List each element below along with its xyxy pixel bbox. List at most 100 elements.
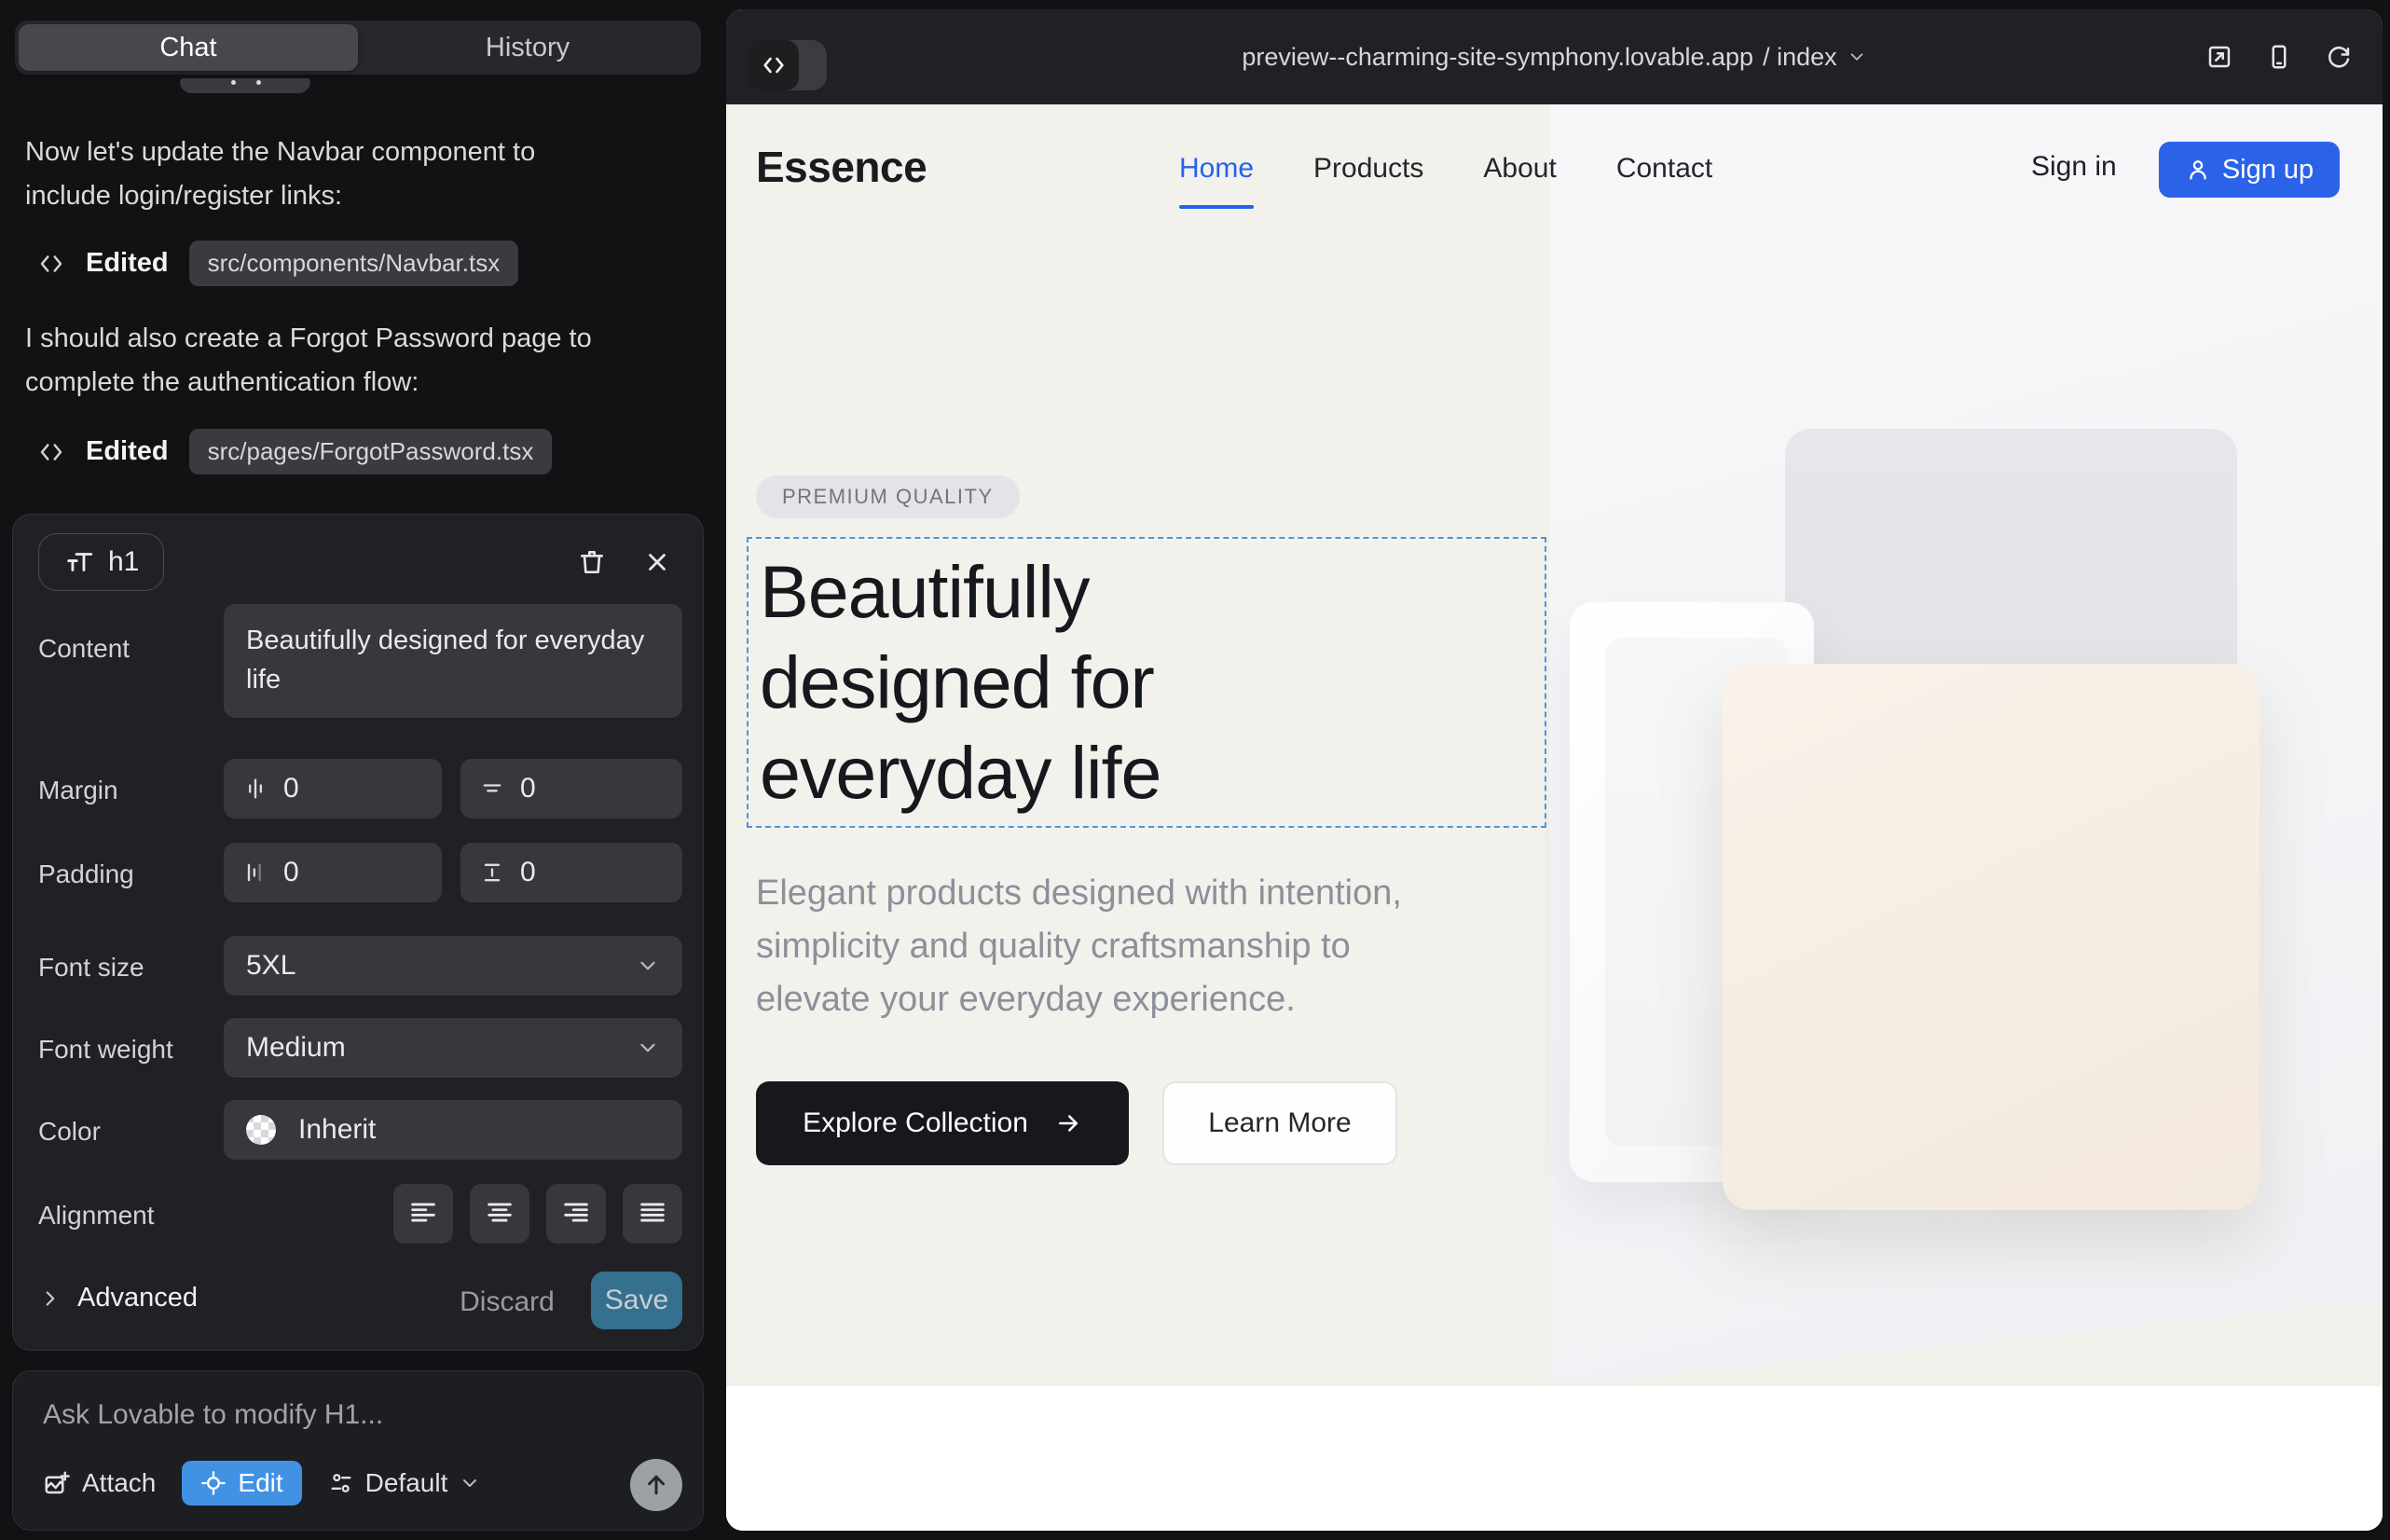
target-icon xyxy=(200,1470,227,1496)
align-justify-button[interactable] xyxy=(623,1184,682,1244)
discard-button[interactable]: Discard xyxy=(451,1286,563,1318)
font-weight-select[interactable]: Medium xyxy=(224,1018,682,1078)
color-select[interactable]: Inherit xyxy=(224,1100,682,1160)
url-bar[interactable]: preview--charming-site-symphony.lovable.… xyxy=(726,9,2383,104)
chevron-down-icon xyxy=(1847,47,1867,67)
preview-panel: preview--charming-site-symphony.lovable.… xyxy=(726,9,2383,1531)
preview-actions xyxy=(2198,9,2360,104)
clipped-chip xyxy=(180,78,310,93)
attach-label: Attach xyxy=(82,1468,156,1498)
margin-x-input[interactable]: 0 xyxy=(224,759,442,818)
mobile-view-button[interactable] xyxy=(2258,35,2301,78)
app-screen: Chat History Now let's update the Navbar… xyxy=(0,0,2390,1540)
explore-collection-label: Explore Collection xyxy=(803,1107,1028,1139)
preview-topbar: preview--charming-site-symphony.lovable.… xyxy=(726,9,2383,104)
chevron-right-icon xyxy=(38,1286,62,1311)
margin-y-value: 0 xyxy=(520,773,536,804)
hero-paragraph: Elegant products designed with intention… xyxy=(756,867,1402,1026)
tab-history[interactable]: History xyxy=(358,24,697,71)
chevron-down-icon xyxy=(459,1472,481,1494)
explore-collection-button[interactable]: Explore Collection xyxy=(756,1081,1129,1165)
edit-mode-button[interactable]: Edit xyxy=(182,1461,301,1506)
edited-label: Edited xyxy=(86,248,169,279)
hero-heading[interactable]: Beautifully designed for everyday life xyxy=(749,539,1545,818)
margin-label: Margin xyxy=(38,776,118,805)
save-button[interactable]: Save xyxy=(591,1272,682,1329)
element-tag-label: h1 xyxy=(108,546,139,578)
sign-up-button[interactable]: Sign up xyxy=(2159,142,2340,198)
file-chip[interactable]: src/components/Navbar.tsx xyxy=(189,241,519,286)
element-tag-pill[interactable]: h1 xyxy=(38,533,164,591)
refresh-icon xyxy=(2325,43,2353,71)
delete-element-button[interactable] xyxy=(570,541,613,584)
edited-file-row[interactable]: Edited src/pages/ForgotPassword.tsx xyxy=(37,429,552,474)
external-link-icon xyxy=(2205,43,2233,71)
padding-horizontal-icon xyxy=(242,859,268,886)
assistant-message: Now let's update the Navbar component to… xyxy=(25,131,691,218)
padding-x-value: 0 xyxy=(283,857,299,888)
url-path: / index xyxy=(1763,43,1837,72)
trash-icon xyxy=(577,547,607,577)
align-justify-icon xyxy=(637,1198,668,1230)
site-logo[interactable]: Essence xyxy=(756,142,927,192)
url-host: preview--charming-site-symphony.lovable.… xyxy=(1242,43,1753,72)
color-label: Color xyxy=(38,1117,101,1147)
padding-label: Padding xyxy=(38,859,134,889)
site-nav: Home Products About Contact xyxy=(1179,104,1712,233)
margin-vertical-icon xyxy=(479,776,505,802)
type-icon xyxy=(63,546,95,578)
advanced-toggle[interactable]: Advanced xyxy=(38,1283,198,1313)
chevron-down-icon xyxy=(636,1036,660,1060)
nav-link-products[interactable]: Products xyxy=(1313,153,1423,185)
align-left-button[interactable] xyxy=(393,1184,453,1244)
padding-y-input[interactable]: 0 xyxy=(460,843,682,902)
code-icon xyxy=(37,438,65,466)
font-size-select[interactable]: 5XL xyxy=(224,936,682,996)
sign-up-label: Sign up xyxy=(2222,155,2314,186)
margin-x-value: 0 xyxy=(283,773,299,804)
color-value: Inherit xyxy=(298,1114,376,1146)
padding-x-input[interactable]: 0 xyxy=(224,843,442,902)
arrow-up-icon xyxy=(642,1471,670,1499)
h1-selection-outline[interactable]: Beautifully designed for everyday life xyxy=(747,537,1546,828)
element-editor-panel: h1 Content Beautifully designed for ever… xyxy=(12,514,704,1351)
font-weight-value: Medium xyxy=(246,1032,346,1064)
font-weight-label: Font weight xyxy=(38,1035,173,1065)
nav-link-about[interactable]: About xyxy=(1483,153,1556,185)
tab-chat[interactable]: Chat xyxy=(19,24,358,71)
color-swatch xyxy=(246,1115,276,1145)
chat-input[interactable]: Ask Lovable to modify H1... xyxy=(43,1399,383,1431)
nav-link-home[interactable]: Home xyxy=(1179,153,1254,185)
send-button[interactable] xyxy=(630,1459,682,1511)
edited-label: Edited xyxy=(86,436,169,467)
attach-image-icon xyxy=(43,1469,71,1497)
align-right-button[interactable] xyxy=(546,1184,606,1244)
attach-button[interactable]: Attach xyxy=(43,1468,156,1498)
default-label: Default xyxy=(365,1468,448,1498)
align-center-button[interactable] xyxy=(470,1184,529,1244)
nav-link-contact[interactable]: Contact xyxy=(1616,153,1712,185)
chat-history-tabs: Chat History xyxy=(15,21,701,75)
file-chip[interactable]: src/pages/ForgotPassword.tsx xyxy=(189,429,553,474)
user-icon xyxy=(2185,157,2211,183)
sign-in-link[interactable]: Sign in xyxy=(2031,151,2117,183)
close-editor-button[interactable] xyxy=(636,541,679,584)
chevron-down-icon xyxy=(636,954,660,978)
assistant-message: I should also create a Forgot Password p… xyxy=(25,317,691,405)
align-right-icon xyxy=(560,1198,592,1230)
open-in-new-tab-button[interactable] xyxy=(2198,35,2241,78)
left-panel: Chat History Now let's update the Navbar… xyxy=(0,0,726,1540)
site-viewport: Essence Home Products About Contact Sign… xyxy=(726,104,2383,1531)
edited-file-row[interactable]: Edited src/components/Navbar.tsx xyxy=(37,241,518,286)
section-below-hero xyxy=(726,1386,2383,1531)
learn-more-button[interactable]: Learn More xyxy=(1162,1081,1397,1165)
default-mode-dropdown[interactable]: Default xyxy=(328,1468,482,1498)
edit-label: Edit xyxy=(238,1468,282,1498)
font-size-value: 5XL xyxy=(246,950,295,982)
align-center-icon xyxy=(484,1198,515,1230)
premium-quality-badge: PREMIUM QUALITY xyxy=(756,475,1020,518)
content-textarea[interactable]: Beautifully designed for everyday life xyxy=(224,604,682,718)
margin-horizontal-icon xyxy=(242,776,268,802)
margin-y-input[interactable]: 0 xyxy=(460,759,682,818)
refresh-button[interactable] xyxy=(2317,35,2360,78)
